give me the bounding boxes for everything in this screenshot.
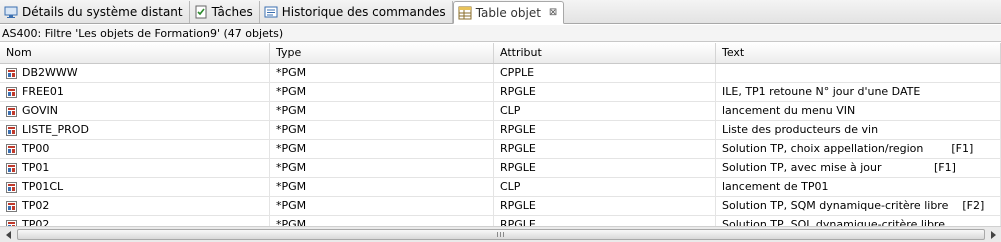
program-object-icon [6, 143, 17, 155]
table-row[interactable]: LISTE_PROD *PGM RPGLE Liste des producteurs… [0, 121, 1001, 140]
scroll-left-arrow[interactable] [1, 228, 16, 241]
cell-attribute: CPPLE [494, 64, 716, 82]
cell-name: GOVIN [0, 102, 270, 120]
object-table-icon [458, 6, 472, 19]
filter-status: AS400: Filtre 'Les objets de Formation9'… [0, 25, 1001, 42]
program-object-icon [6, 67, 17, 79]
column-header-attribute[interactable]: Attribut [494, 43, 716, 63]
cell-text: Solution TP, SQM dynamique-critère libre… [716, 197, 1001, 215]
cell-name: TP01CL [0, 178, 270, 196]
object-name: FREE01 [22, 85, 64, 98]
cell-attribute: RPGLE [494, 121, 716, 139]
cell-text: Solution TP, choix appellation/region [F… [716, 140, 1001, 158]
object-name: TP01CL [22, 180, 64, 193]
cell-attribute: RPGLE [494, 197, 716, 215]
cell-attribute: RPGLE [494, 216, 716, 226]
column-header-text[interactable]: Text [716, 43, 1001, 63]
table-row[interactable]: TP00 *PGM RPGLE Solution TP, choix appellat… [0, 140, 1001, 159]
table-row[interactable]: TP01CL *PGM CLP lancement de TP01 [0, 178, 1001, 197]
cell-attribute: RPGLE [494, 83, 716, 101]
remote-system-icon [4, 6, 18, 18]
view-tab-bar: Détails du système distant Tâches Histor… [0, 0, 1001, 24]
tab-label: Détails du système distant [22, 5, 183, 19]
object-name: TP02 [22, 199, 50, 212]
cell-type: *PGM [270, 216, 494, 226]
table-row[interactable]: TP02 *PGM RPGLE Solution TP, SQM dynamique-… [0, 197, 1001, 216]
tab-remote-system-details[interactable]: Détails du système distant [0, 1, 190, 23]
table-row[interactable]: GOVIN *PGM CLP lancement du menu VIN [0, 102, 1001, 121]
cell-text: ILE, TP1 retoune N° jour d'une DATE [716, 83, 1001, 101]
program-object-icon [6, 86, 17, 98]
cell-type: *PGM [270, 83, 494, 101]
cell-text: Liste des producteurs de vin [716, 121, 1001, 139]
objects-table: Nom Type Attribut Text DB2WWW *PGM CPPLE FR… [0, 43, 1001, 226]
cell-attribute: CLP [494, 102, 716, 120]
tab-label: Tâches [211, 5, 253, 19]
scroll-right-arrow[interactable] [985, 228, 1000, 241]
tab-tasks[interactable]: Tâches [190, 1, 260, 23]
cell-text: lancement de TP01 [716, 178, 1001, 196]
cell-type: *PGM [270, 64, 494, 82]
object-table-view: Détails du système distant Tâches Histor… [0, 0, 1001, 242]
table-header: Nom Type Attribut Text [0, 43, 1001, 64]
table-body: DB2WWW *PGM CPPLE FREE01 *PGM RPGLE ILE, TP1 r… [0, 64, 1001, 226]
cell-name: TP02 [0, 216, 270, 226]
object-name: TP01 [22, 161, 50, 174]
tab-object-table[interactable]: Table objet ⊠ [452, 1, 565, 24]
cell-type: *PGM [270, 102, 494, 120]
close-tab-icon[interactable]: ⊠ [549, 7, 557, 18]
program-object-icon [6, 200, 17, 212]
object-name: GOVIN [22, 104, 58, 117]
cell-type: *PGM [270, 197, 494, 215]
program-object-icon [6, 181, 17, 193]
tab-label: Table objet [475, 5, 541, 20]
cell-name: LISTE_PROD [0, 121, 270, 139]
cell-name: DB2WWW [0, 64, 270, 82]
cell-type: *PGM [270, 121, 494, 139]
program-object-icon [6, 162, 17, 174]
column-header-type[interactable]: Type [270, 43, 494, 63]
object-name: LISTE_PROD [22, 123, 89, 136]
tasks-icon [195, 5, 207, 19]
cell-type: *PGM [270, 140, 494, 158]
cell-type: *PGM [270, 178, 494, 196]
object-name: DB2WWW [22, 66, 78, 79]
cell-attribute: RPGLE [494, 159, 716, 177]
cell-name: FREE01 [0, 83, 270, 101]
tab-label: Historique des commandes [281, 5, 446, 19]
cell-text: Solution TP, SQL dynamique-critère libre [716, 216, 1001, 226]
cell-type: *PGM [270, 159, 494, 177]
arrow-right-icon [990, 230, 996, 239]
cell-attribute: CLP [494, 178, 716, 196]
column-header-name[interactable]: Nom [0, 43, 270, 63]
horizontal-scrollbar[interactable] [0, 226, 1001, 242]
tab-command-history[interactable]: Historique des commandes [260, 1, 453, 23]
cell-name: TP01 [0, 159, 270, 177]
cell-name: TP00 [0, 140, 270, 158]
cell-name: TP02 [0, 197, 270, 215]
object-name: TP00 [22, 142, 50, 155]
program-object-icon [6, 105, 17, 117]
program-object-icon [6, 124, 17, 136]
cell-attribute: RPGLE [494, 140, 716, 158]
scrollbar-grip-icon [497, 232, 505, 237]
command-history-icon [264, 6, 278, 18]
object-name: TP02 [22, 218, 50, 226]
table-row[interactable]: DB2WWW *PGM CPPLE [0, 64, 1001, 83]
cell-text: Solution TP, avec mise à jour [F1] [716, 159, 1001, 177]
scrollbar-thumb[interactable] [17, 229, 985, 240]
cell-text [716, 64, 1001, 82]
table-row[interactable]: TP01 *PGM RPGLE Solution TP, avec mise à jo… [0, 159, 1001, 178]
table-row[interactable]: FREE01 *PGM RPGLE ILE, TP1 retoune N° jour … [0, 83, 1001, 102]
table-row[interactable]: TP02 *PGM RPGLE Solution TP, SQL dynamique-… [0, 216, 1001, 226]
arrow-left-icon [5, 230, 11, 239]
cell-text: lancement du menu VIN [716, 102, 1001, 120]
